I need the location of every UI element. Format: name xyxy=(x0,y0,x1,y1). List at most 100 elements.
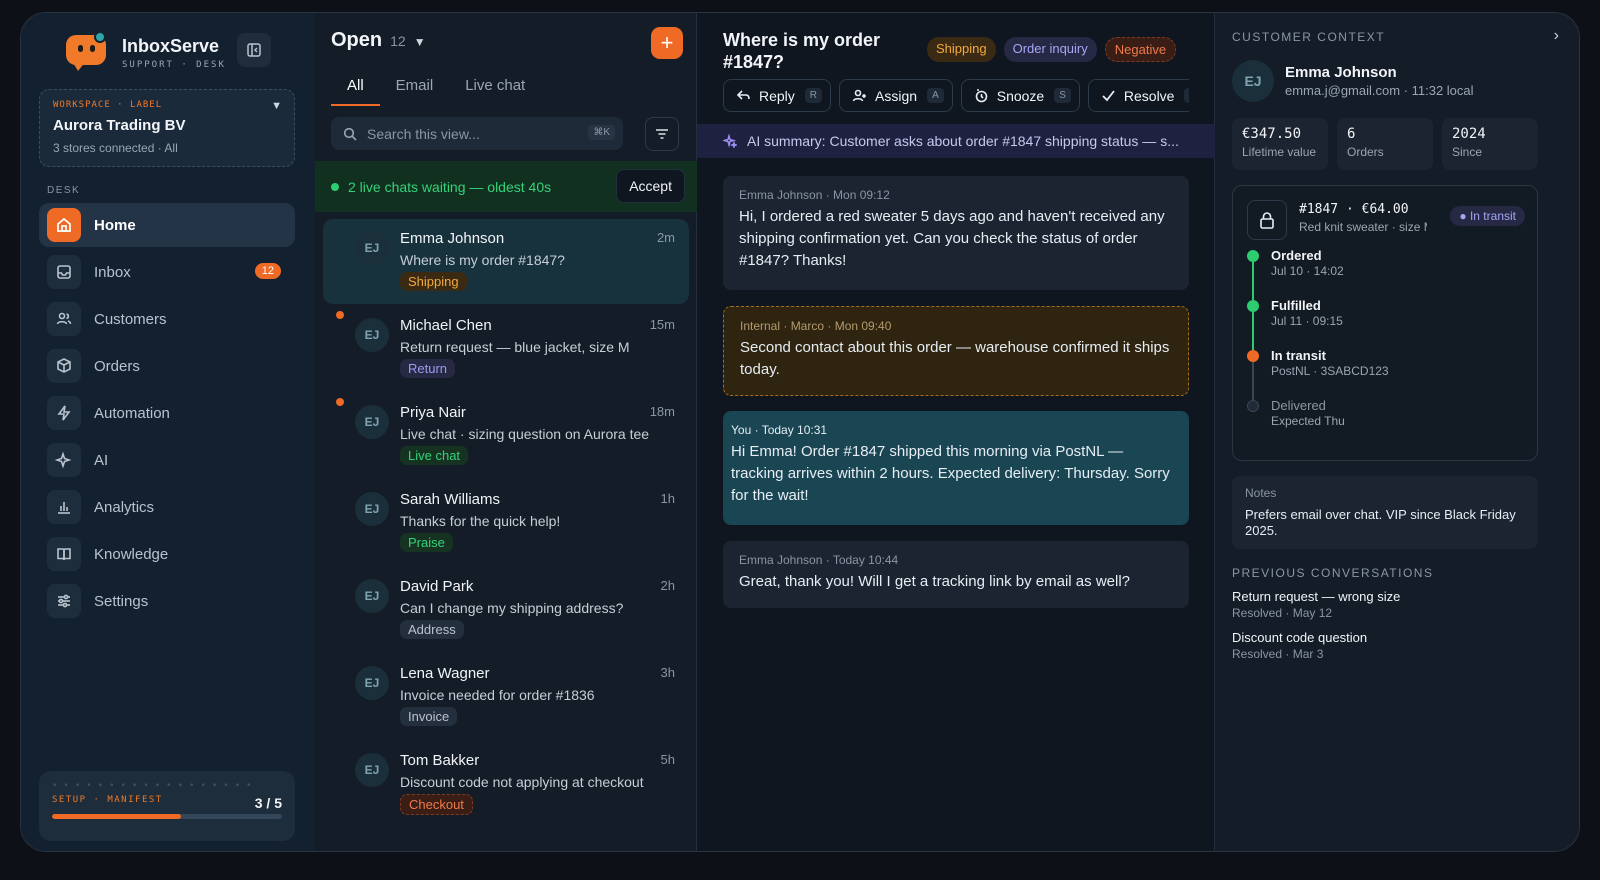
action-bar: Reply R Assign A Snooze S Resolve E xyxy=(723,79,1189,112)
search-input[interactable] xyxy=(367,125,587,142)
sparkle-icon xyxy=(47,443,81,477)
conversation-title: Where is my order #1847? xyxy=(723,30,881,72)
accept-button[interactable]: Accept xyxy=(616,169,685,203)
tag-shipping[interactable]: Shipping xyxy=(927,37,996,62)
resolve-label: Resolve xyxy=(1123,87,1175,104)
conversation-tag: Checkout xyxy=(400,794,473,815)
customer-message: Emma Johnson · Mon 09:12 Hi, I ordered a… xyxy=(723,176,1189,290)
conversation-snippet: Where is my order #1847? xyxy=(400,252,565,268)
snooze-shortcut: S xyxy=(1054,88,1071,103)
customer-notes[interactable]: Notes Prefers email over chat. VIP since… xyxy=(1232,476,1538,549)
new-conversation-button[interactable]: + xyxy=(651,27,683,59)
logo-icon xyxy=(66,31,110,75)
workspace-label: WORKSPACE · LABEL xyxy=(53,100,163,110)
previous-conversation-item[interactable]: Return request — wrong size Resolved · M… xyxy=(1232,589,1532,620)
tag-order-inquiry[interactable]: Order inquiry xyxy=(1003,37,1097,62)
previous-conversation-title: Return request — wrong size xyxy=(1232,589,1401,604)
sidebar-item-orders[interactable]: Orders xyxy=(39,344,295,388)
app-window: InboxServe SUPPORT · DESK WORKSPACE · LA… xyxy=(20,12,1580,852)
snooze-button[interactable]: Snooze S xyxy=(960,79,1080,112)
chevron-down-icon: ▼ xyxy=(413,35,426,49)
conversation-item[interactable]: EJ Emma Johnson 2m Where is my order #18… xyxy=(323,219,689,304)
conversation-tag: Shipping xyxy=(400,272,467,291)
view-selector[interactable]: Open 12 ▼ xyxy=(331,29,426,52)
conversation-time: 1h xyxy=(660,491,675,506)
conversation-snippet: Return request — blue jacket, size M xyxy=(400,339,630,355)
avatar: EJ xyxy=(1232,60,1274,102)
avatar: EJ xyxy=(355,666,389,700)
search-box: ⌘K xyxy=(331,117,623,150)
reply-icon xyxy=(736,90,750,100)
customer-email-time: emma.j@gmail.com · 11:32 local xyxy=(1285,83,1474,98)
conversation-item[interactable]: EJ Sarah Williams 1h Thanks for the quic… xyxy=(323,480,689,565)
conversation-item[interactable]: EJ Michael Chen 15m Return request — blu… xyxy=(323,306,689,391)
assign-button[interactable]: Assign A xyxy=(839,79,953,112)
sidebar-item-analytics[interactable]: Analytics xyxy=(39,485,295,529)
tag-sentiment-negative[interactable]: Negative xyxy=(1104,37,1177,62)
previous-conversations-label: PREVIOUS CONVERSATIONS xyxy=(1232,566,1434,580)
order-card[interactable]: #1847 · €64.00 Red knit sweater · size M… xyxy=(1232,185,1538,461)
conversation-item[interactable]: EJ David Park 2h Can I change my shippin… xyxy=(323,567,689,652)
filter-button[interactable] xyxy=(645,117,679,151)
notes-text: Prefers email over chat. VIP since Black… xyxy=(1245,507,1516,538)
workspace-switcher[interactable]: WORKSPACE · LABEL Aurora Trading BV 3 st… xyxy=(39,89,295,167)
conversation-time: 5h xyxy=(660,752,675,767)
sidebar-item-label: AI xyxy=(94,451,109,469)
tab-email[interactable]: Email xyxy=(380,77,450,106)
message-body: Hi, I ordered a red sweater 5 days ago a… xyxy=(739,208,1165,269)
message-meta: Emma Johnson · Mon 09:12 xyxy=(739,188,890,202)
snooze-label: Snooze xyxy=(996,87,1045,104)
sliders-icon xyxy=(47,584,81,618)
sidebar-item-customers[interactable]: Customers xyxy=(39,297,295,341)
conversation-tag: Live chat xyxy=(400,446,469,465)
notes-label: Notes xyxy=(1245,486,1277,500)
sidebar-item-settings[interactable]: Settings xyxy=(39,579,295,623)
conversation-item[interactable]: EJ Priya Nair 18m Live chat · sizing que… xyxy=(323,393,689,478)
contact-name: Priya Nair xyxy=(400,404,466,421)
reply-label: Reply xyxy=(759,87,795,104)
conversation-item[interactable]: EJ Lena Wagner 3h Invoice needed for ord… xyxy=(323,654,689,739)
tab-live-chat[interactable]: Live chat xyxy=(449,77,541,106)
collapse-sidebar-button[interactable] xyxy=(237,33,271,67)
conversation-tag: Praise xyxy=(400,533,453,552)
agent-reply: You · Today 10:31 Hi Emma! Order #1847 s… xyxy=(723,411,1189,525)
chevron-down-icon: ▼ xyxy=(271,100,282,112)
conversation-snippet: Invoice needed for order #1836 xyxy=(400,687,595,703)
stat-label: Orders xyxy=(1347,145,1384,159)
book-icon xyxy=(47,537,81,571)
contact-name: Lena Wagner xyxy=(400,665,490,682)
sidebar: InboxServe SUPPORT · DESK WORKSPACE · LA… xyxy=(21,13,315,851)
conversation-tag: Return xyxy=(400,359,456,378)
assign-shortcut: A xyxy=(927,88,944,103)
message-body: Second contact about this order — wareho… xyxy=(740,339,1170,378)
setup-progress-card[interactable]: •••••••••••••••••• SETUP · MANIFEST 3 / … xyxy=(39,771,295,841)
reply-button[interactable]: Reply R xyxy=(723,79,832,112)
workspace-name: Aurora Trading BV xyxy=(53,117,186,134)
previous-conversation-status: Resolved · May 12 xyxy=(1232,606,1333,620)
chevron-right-icon[interactable]: › xyxy=(1554,27,1559,45)
conversation-snippet: Can I change my shipping address? xyxy=(400,600,624,616)
sidebar-item-ai[interactable]: AI xyxy=(39,438,295,482)
previous-conversation-item[interactable]: Discount code question Resolved · Mar 3 xyxy=(1232,630,1532,661)
customer-name[interactable]: Emma Johnson xyxy=(1285,64,1397,81)
sidebar-item-knowledge[interactable]: Knowledge xyxy=(39,532,295,576)
users-icon xyxy=(47,302,81,336)
resolve-shortcut: E xyxy=(1184,88,1189,103)
ai-summary-bar[interactable]: AI summary: Customer asks about order #1… xyxy=(697,124,1215,158)
conversation-item[interactable]: EJ Tom Bakker 5h Discount code not apply… xyxy=(323,741,689,826)
sidebar-item-automation[interactable]: Automation xyxy=(39,391,295,435)
message-meta: Internal · Marco · Mon 09:40 xyxy=(740,319,892,333)
brand[interactable]: InboxServe SUPPORT · DESK xyxy=(66,31,226,75)
customer-message: Emma Johnson · Today 10:44 Great, thank … xyxy=(723,541,1189,608)
snooze-icon xyxy=(975,89,988,103)
check-icon xyxy=(1102,90,1115,102)
sidebar-item-home[interactable]: Home xyxy=(39,203,295,247)
timeline-step-sub: Jul 11 · 09:15 xyxy=(1271,314,1343,328)
setup-progress-fill xyxy=(52,814,181,819)
sidebar-item-label: Orders xyxy=(94,357,140,375)
conversation-time: 2h xyxy=(660,578,675,593)
tab-all[interactable]: All xyxy=(331,77,380,106)
sidebar-item-label: Automation xyxy=(94,404,170,422)
sidebar-item-inbox[interactable]: Inbox 12 xyxy=(39,250,295,294)
resolve-button[interactable]: Resolve E xyxy=(1087,79,1189,112)
